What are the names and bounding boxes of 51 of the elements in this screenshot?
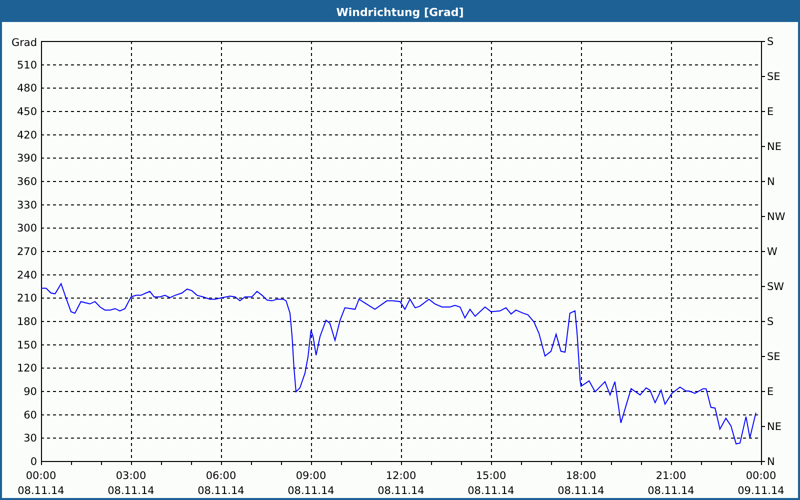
axis-label: 360: [16, 176, 37, 188]
compass-label: NE: [767, 141, 782, 153]
axis-label: 300: [16, 222, 37, 235]
axis-label: 90: [24, 386, 37, 398]
axis-label: 120: [16, 362, 37, 375]
compass-label: SE: [767, 71, 780, 83]
window-title: Windrichtung [Grad]: [336, 6, 464, 18]
axis-label: 06:00: [206, 470, 236, 482]
axis-title: Grad: [11, 37, 37, 49]
axis-label: 390: [16, 152, 37, 165]
compass-label: SE: [767, 351, 780, 363]
compass-label: S: [767, 316, 774, 328]
compass-label: W: [767, 246, 778, 258]
date-label: 08.11.14: [288, 485, 334, 497]
axis-label: 15:00: [476, 470, 506, 482]
axis-label: 450: [16, 106, 37, 118]
axis-label: 00:00: [26, 470, 56, 482]
axis-label: 60: [24, 409, 37, 422]
compass-label: NW: [767, 211, 786, 223]
axis-label: 12:00: [386, 470, 416, 482]
axis-label: 180: [16, 316, 37, 328]
axis-label: 510: [16, 59, 37, 72]
compass-label: E: [767, 386, 774, 398]
axis-label: 480: [16, 82, 37, 95]
axis-label: 240: [16, 269, 37, 282]
date-label: 08.11.14: [648, 485, 694, 497]
date-label: 08.11.14: [18, 485, 64, 497]
axis-label: 09:00: [296, 470, 326, 482]
axis-label: 0: [30, 456, 37, 468]
compass-label: NE: [767, 421, 782, 433]
compass-label: N: [767, 456, 775, 468]
date-label: 08.11.14: [558, 485, 604, 497]
axis-label: 270: [16, 246, 37, 258]
date-label: 08.11.14: [198, 485, 244, 497]
axis-label: 30: [24, 432, 37, 445]
compass-label: S: [767, 36, 774, 48]
date-label: 08.11.14: [468, 485, 514, 497]
axis-label: 210: [16, 292, 37, 305]
date-label: 08.11.14: [378, 485, 424, 497]
date-label: 08.11.14: [108, 485, 154, 497]
date-label: 09.11.14: [738, 485, 784, 497]
axis-label: 00:00: [746, 470, 776, 482]
compass-label: SW: [767, 281, 784, 293]
axis-label: 330: [16, 199, 37, 212]
axis-label: 420: [16, 129, 37, 142]
axis-label: 150: [16, 339, 37, 352]
compass-label: E: [767, 106, 774, 118]
axis-label: 03:00: [116, 470, 146, 482]
axis-label: 21:00: [656, 470, 686, 482]
compass-label: N: [767, 176, 775, 188]
axis-label: 18:00: [566, 470, 596, 482]
